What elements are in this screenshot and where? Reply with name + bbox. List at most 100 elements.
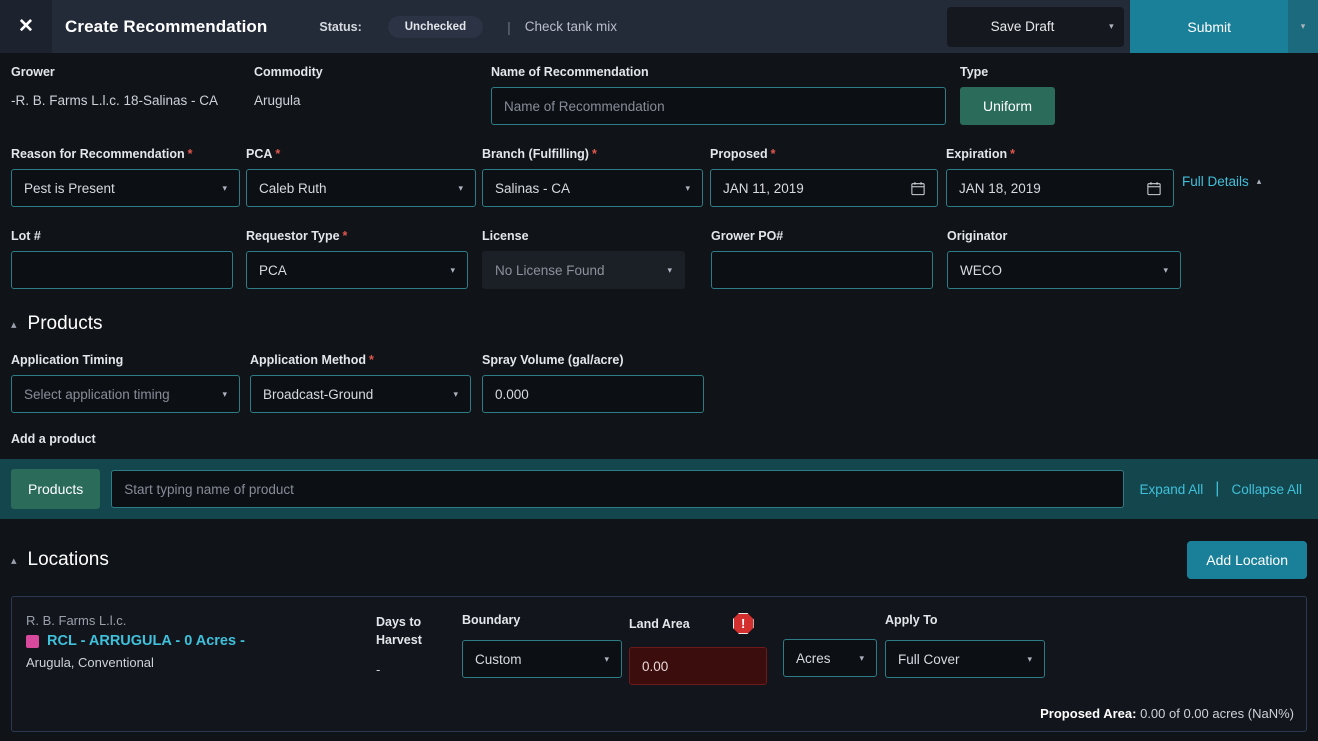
products-section-title: Products <box>27 313 103 334</box>
status-badge: Unchecked <box>387 15 484 38</box>
location-crop-info: Arugula, Conventional <box>26 655 154 670</box>
header-actions: Save Draft ▾ Submit ▾ <box>946 0 1318 53</box>
application-method-value: Broadcast-Ground <box>263 386 374 402</box>
pca-label: PCA * <box>246 147 281 161</box>
apply-to-label: Apply To <box>885 613 938 627</box>
expand-all-link[interactable]: Expand All <box>1140 482 1204 497</box>
application-timing-label: Application Timing <box>11 353 124 367</box>
apply-to-select[interactable]: Full Cover ▾ <box>885 640 1045 678</box>
originator-value: WECO <box>960 262 1002 278</box>
status-area: Status: Unchecked | Check tank mix <box>319 0 617 53</box>
boundary-select[interactable]: Custom ▾ <box>462 640 622 678</box>
calendar-icon[interactable] <box>911 181 925 196</box>
days-to-harvest-label: Days to Harvest <box>376 615 422 648</box>
spray-volume-field: Spray Volume (gal/acre) 0.000 <box>482 353 704 413</box>
location-card: R. B. Farms L.l.c. RCL - ARRUGULA - 0 Ac… <box>11 596 1307 732</box>
spray-volume-input[interactable]: 0.000 <box>482 375 704 413</box>
land-area-unit-field: Acres ▾ <box>783 613 885 677</box>
grower-po-label: Grower PO# <box>711 229 784 243</box>
full-details-link[interactable]: Full Details <box>1182 174 1249 189</box>
links-separator: | <box>1215 480 1220 497</box>
apply-to-value: Full Cover <box>898 651 960 667</box>
proposed-date-label: Proposed * <box>710 147 776 161</box>
originator-label: Originator <box>947 229 1008 243</box>
days-to-harvest-value: - <box>376 662 381 678</box>
header-separator: | <box>507 18 511 35</box>
application-timing-placeholder: Select application timing <box>24 386 170 402</box>
chevron-down-icon: ▾ <box>685 182 690 193</box>
collapse-products-icon[interactable]: ▴ <box>11 318 17 331</box>
calendar-icon[interactable] <box>1147 181 1161 196</box>
application-method-label: Application Method * <box>250 353 374 367</box>
check-tank-mix-link[interactable]: Check tank mix <box>525 19 617 34</box>
save-draft-dropdown-button[interactable]: ▾ <box>1098 6 1125 47</box>
land-area-field: Land Area ! 0.00 <box>629 613 769 685</box>
grower-po-input[interactable] <box>711 251 933 289</box>
apply-to-field: Apply To Full Cover ▾ <box>885 613 1065 678</box>
application-timing-select[interactable]: Select application timing ▾ <box>11 375 240 413</box>
reason-select[interactable]: Pest is Present ▾ <box>11 169 240 207</box>
application-method-select[interactable]: Broadcast-Ground ▾ <box>250 375 471 413</box>
branch-select[interactable]: Salinas - CA ▾ <box>482 169 703 207</box>
type-uniform-button[interactable]: Uniform <box>960 87 1056 125</box>
originator-select[interactable]: WECO ▾ <box>947 251 1181 289</box>
chevron-down-icon: ▾ <box>859 652 864 663</box>
land-area-input[interactable]: 0.00 <box>629 647 767 685</box>
commodity-label: Commodity <box>254 65 323 79</box>
pca-value: Caleb Ruth <box>259 180 327 196</box>
create-recommendation-page: ✕ Create Recommendation Status: Unchecke… <box>0 0 1318 741</box>
name-of-recommendation-input[interactable]: Name of Recommendation <box>491 87 946 125</box>
required-asterisk: * <box>342 229 348 243</box>
grower-value: -R. B. Farms L.l.c. 18-Salinas - CA <box>11 93 219 108</box>
boundary-value: Custom <box>475 651 522 667</box>
location-field-link[interactable]: RCL - ARRUGULA - 0 Acres - <box>26 633 376 649</box>
submit-button[interactable]: Submit <box>1130 0 1288 53</box>
proposed-area-label: Proposed Area: <box>1040 706 1137 721</box>
requestor-type-select[interactable]: PCA ▾ <box>246 251 468 289</box>
pca-select[interactable]: Caleb Ruth ▾ <box>246 169 476 207</box>
reason-value: Pest is Present <box>24 180 115 196</box>
close-icon: ✕ <box>18 16 34 37</box>
lot-number-input[interactable] <box>11 251 233 289</box>
submit-dropdown-button[interactable]: ▾ <box>1288 0 1318 53</box>
days-to-harvest-field: Days to Harvest - <box>376 613 462 677</box>
boundary-label: Boundary <box>462 613 521 627</box>
collapse-locations-icon[interactable]: ▴ <box>11 554 17 567</box>
application-method-field: Application Method * Broadcast-Ground ▾ <box>250 353 482 413</box>
license-value: No License Found <box>495 262 605 278</box>
status-label: Status: <box>319 19 362 34</box>
proposed-area-value: 0.00 of 0.00 acres (NaN%) <box>1140 706 1294 721</box>
grower-label: Grower <box>11 65 55 79</box>
expiration-date-input[interactable]: JAN 18, 2019 <box>946 169 1174 207</box>
spray-volume-label: Spray Volume (gal/acre) <box>482 353 624 367</box>
location-grower-name: R. B. Farms L.l.c. <box>26 613 127 628</box>
products-form-row: Application Timing Select application ti… <box>0 335 1318 413</box>
requestor-type-label: Requestor Type * <box>246 229 348 243</box>
products-section-header: ▴ Products <box>0 289 1318 335</box>
name-of-recommendation-label: Name of Recommendation <box>491 65 649 79</box>
header-spacer <box>617 0 947 53</box>
location-identity: R. B. Farms L.l.c. RCL - ARRUGULA - 0 Ac… <box>26 613 376 670</box>
proposed-date-input[interactable]: JAN 11, 2019 <box>710 169 938 207</box>
branch-field: Branch (Fulfilling) * Salinas - CA ▾ <box>482 147 710 207</box>
products-filter-button[interactable]: Products <box>11 469 101 509</box>
chevron-up-icon[interactable]: ▴ <box>1257 176 1262 187</box>
product-search-bar: Products Start typing name of product Ex… <box>0 459 1318 519</box>
page-title: Create Recommendation <box>65 16 268 36</box>
save-draft-button[interactable]: Save Draft <box>946 6 1099 47</box>
add-location-button[interactable]: Add Location <box>1187 541 1307 579</box>
license-label: License <box>482 229 529 243</box>
grower-field: Grower -R. B. Farms L.l.c. 18-Salinas - … <box>11 65 254 108</box>
product-search-input[interactable]: Start typing name of product <box>111 470 1124 508</box>
required-asterisk: * <box>1010 147 1015 161</box>
license-select: No License Found ▾ <box>482 251 685 289</box>
close-button[interactable]: ✕ <box>0 0 52 53</box>
collapse-all-link[interactable]: Collapse All <box>1231 482 1302 497</box>
full-details-area: Full Details ▴ <box>1182 174 1261 189</box>
type-field: Type Uniform <box>960 65 1056 125</box>
proposed-date-field: Proposed * JAN 11, 2019 <box>710 147 946 207</box>
chevron-down-icon: ▾ <box>1027 653 1032 664</box>
field-color-swatch <box>26 634 39 648</box>
land-area-unit-select[interactable]: Acres ▾ <box>783 639 877 677</box>
proposed-area-summary: Proposed Area: 0.00 of 0.00 acres (NaN%) <box>1040 706 1294 721</box>
